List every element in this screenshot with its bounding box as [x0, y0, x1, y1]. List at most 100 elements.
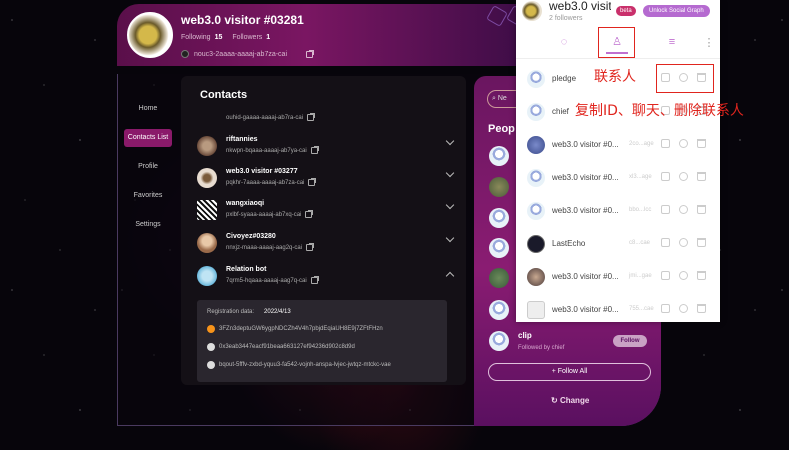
- people-title: Peop: [488, 123, 515, 135]
- trash-icon[interactable]: [697, 205, 706, 214]
- annotation-box-contacts-tab: [598, 27, 635, 58]
- avatar: [489, 268, 509, 288]
- beta-badge: beta: [616, 6, 636, 16]
- contact-row[interactable]: wangxiaoqi pxlbf-syaaa-aaaaj-ab7xq-cai: [197, 198, 457, 226]
- chevron-down-icon[interactable]: [445, 200, 455, 210]
- chain-icon: [181, 50, 189, 58]
- suggestion-subtitle: Followed by chief: [518, 345, 565, 351]
- contacts-title: Contacts: [200, 89, 248, 101]
- annotation-actions-label: 复制ID、聊天、删除联系人: [575, 103, 744, 119]
- chat-icon[interactable]: [679, 205, 688, 214]
- profile-name: web3.0 visitor #03281: [181, 13, 304, 27]
- chat-icon[interactable]: [679, 271, 688, 280]
- bitcoin-icon: [207, 325, 215, 333]
- contact-row[interactable]: Civoyez#03280 nnxjz-maaa-aaaaj-aag2q-cai: [197, 231, 457, 259]
- sidebar-item-settings[interactable]: Settings: [124, 216, 172, 234]
- avatar: [489, 177, 509, 197]
- more-button[interactable]: ⋮: [698, 30, 720, 54]
- trash-icon[interactable]: [697, 271, 706, 280]
- divider: [516, 58, 720, 59]
- avatar: [489, 238, 509, 258]
- contact-row[interactable]: riftannies nkwpn-bqaaa-aaaaj-ab7ya-cai: [197, 134, 457, 162]
- avatar: [527, 268, 545, 286]
- contact-row[interactable]: web3.0 visitor #0... xl3...age: [516, 162, 720, 195]
- avatar: [489, 146, 509, 166]
- avatar: [489, 208, 509, 228]
- copy-icon[interactable]: [661, 139, 670, 148]
- avatar: [527, 235, 545, 253]
- avatar: [527, 103, 545, 121]
- copy-icon[interactable]: [307, 114, 315, 121]
- avatar: [489, 331, 509, 351]
- avatar: [197, 200, 217, 220]
- trash-icon[interactable]: [697, 139, 706, 148]
- avatar: [197, 168, 217, 188]
- chevron-down-icon[interactable]: [445, 168, 455, 178]
- avatar: [127, 12, 173, 58]
- hexagon-icon: [486, 5, 508, 27]
- chevron-down-icon[interactable]: [445, 233, 455, 243]
- contact-row[interactable]: ouhid-gaaaa-aaaaj-ab7ra-cai: [197, 110, 457, 126]
- chevron-down-icon[interactable]: [445, 136, 455, 146]
- copy-icon[interactable]: [305, 211, 313, 218]
- copy-icon[interactable]: [306, 50, 314, 58]
- unlock-social-graph-button[interactable]: Unlock Social Graph: [643, 5, 710, 17]
- copy-icon[interactable]: [661, 238, 670, 247]
- ethereum-icon: [207, 343, 215, 351]
- chat-icon[interactable]: [679, 304, 688, 313]
- contact-row[interactable]: LastEcho c8...cae: [516, 228, 720, 261]
- avatar: [527, 301, 545, 319]
- trash-icon[interactable]: [697, 172, 706, 181]
- avatar: [489, 300, 509, 320]
- contact-row[interactable]: web3.0 visitor #0... bbo...lcc: [516, 195, 720, 228]
- avatar: [197, 136, 217, 156]
- sidebar-item-home[interactable]: Home: [124, 100, 172, 118]
- follow-button[interactable]: Follow: [613, 335, 647, 347]
- suggestion-name: clip: [518, 331, 532, 340]
- trash-icon[interactable]: [697, 238, 706, 247]
- chat-icon[interactable]: [679, 139, 688, 148]
- avatar: [527, 136, 545, 154]
- chat-icon[interactable]: [679, 172, 688, 181]
- chat-icon[interactable]: [679, 238, 688, 247]
- tab-chat[interactable]: ◌: [553, 30, 575, 54]
- avatar: [527, 70, 545, 88]
- popup-followers: 2 followers: [549, 15, 583, 22]
- trash-icon[interactable]: [697, 304, 706, 313]
- contact-row[interactable]: web3.0 visitor #0... 2co...age: [516, 129, 720, 162]
- chat-icon: ◌: [560, 36, 568, 48]
- follow-stats: Following 15 Followers 1: [181, 34, 271, 41]
- copy-icon[interactable]: [308, 179, 316, 186]
- copy-icon[interactable]: [661, 304, 670, 313]
- profile-header: web3.0 visitor #03281 Following 15 Follow…: [117, 4, 537, 66]
- sidebar-item-favorites[interactable]: Favorites: [124, 187, 172, 205]
- copy-icon[interactable]: [661, 271, 670, 280]
- tab-menu[interactable]: ≡: [661, 30, 683, 54]
- popup-user-name: web3.0 visitor: [549, 0, 611, 13]
- icp-icon: [207, 361, 215, 369]
- change-button[interactable]: ↻ Change: [551, 396, 589, 405]
- copy-icon[interactable]: [310, 277, 318, 284]
- annotation-box-actions: [656, 64, 714, 93]
- registration-details: Registration data: 2022/4/13 3FZn3deptuGW…: [197, 300, 447, 382]
- avatar: [522, 1, 542, 21]
- contact-row[interactable]: web3.0 visitor #0... jmi...gae: [516, 261, 720, 294]
- sidebar-item-profile[interactable]: Profile: [124, 158, 172, 176]
- contact-row[interactable]: Relation bot 7qrm5-hqaaa-aaaaj-aag7q-cai: [197, 264, 457, 292]
- copy-icon[interactable]: [661, 205, 670, 214]
- sidebar-item-contacts[interactable]: Contacts List: [124, 129, 172, 147]
- menu-icon: ≡: [668, 36, 676, 48]
- avatar: [527, 202, 545, 220]
- copy-icon[interactable]: [310, 147, 318, 154]
- copy-icon[interactable]: [661, 172, 670, 181]
- profile-address: nouc3-2aaaa-aaaaj-ab7za-cai: [181, 50, 314, 58]
- contact-row[interactable]: web3.0 visitor #0... 755...cae: [516, 294, 720, 322]
- copy-icon[interactable]: [306, 244, 314, 251]
- more-icon: ⋮: [703, 36, 715, 49]
- chevron-up-icon[interactable]: [445, 271, 455, 281]
- annotation-contacts-label: 联系人: [594, 69, 636, 85]
- sidebar: Home Contacts List Profile Favorites Set…: [124, 100, 172, 245]
- avatar: [197, 233, 217, 253]
- follow-all-button[interactable]: + Follow All: [488, 363, 651, 381]
- contact-row[interactable]: web3.0 visitor #03277 pqkhr-7aaaa-aaaaj-…: [197, 166, 457, 194]
